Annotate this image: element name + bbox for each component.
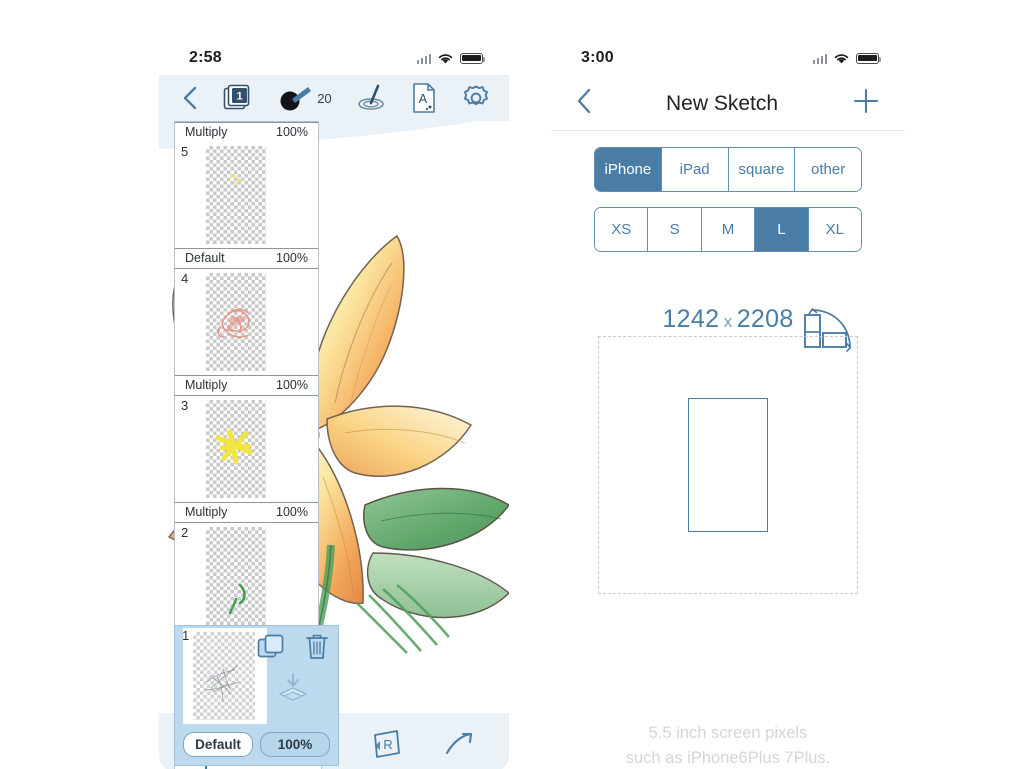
text-tool-glyph: A bbox=[419, 91, 428, 106]
layer-row[interactable]: 3 Multiply 100% bbox=[175, 396, 318, 523]
navigation-bar: New Sketch bbox=[551, 77, 905, 131]
layer-row-selected[interactable]: 1 Default 100% bbox=[174, 625, 339, 766]
layer-row[interactable]: 4 Multiply 100% bbox=[175, 269, 318, 396]
gear-icon bbox=[463, 85, 488, 106]
cellular-signal-icon bbox=[416, 53, 431, 64]
layers-stack-icon: 1 bbox=[223, 84, 250, 110]
blend-mode-button[interactable]: Default bbox=[183, 732, 253, 757]
smudge-tool-icon bbox=[358, 84, 384, 110]
layer-opacity: 100% bbox=[276, 378, 308, 392]
layer-meta[interactable]: Multiply 100% bbox=[175, 375, 318, 395]
plus-icon bbox=[853, 88, 879, 114]
status-time: 3:00 bbox=[581, 49, 614, 66]
canvas-size-preview bbox=[598, 336, 858, 594]
smudge-tool-button[interactable] bbox=[355, 83, 387, 113]
segment-xl[interactable]: XL bbox=[808, 208, 861, 251]
layer-blend-mode: Multiply bbox=[185, 505, 228, 519]
cellular-signal-icon bbox=[812, 53, 827, 64]
dimension-separator: x bbox=[723, 312, 733, 331]
layer-thumb-content bbox=[228, 583, 246, 615]
left-phone-sketch-editor: 2:58 1 20 A Multiply 100% 5 Default 100%… bbox=[159, 33, 509, 769]
brush-tool-button[interactable]: 20 bbox=[279, 83, 332, 113]
layer-thumbnail[interactable] bbox=[206, 273, 266, 371]
wifi-icon bbox=[834, 53, 849, 63]
redo-button[interactable] bbox=[441, 729, 477, 764]
layer-meta[interactable]: Multiply 100% bbox=[175, 502, 318, 522]
size-hint-text: 5.5 inch screen pixels such as iPhone6Pl… bbox=[551, 721, 905, 769]
layer-thumbnail[interactable] bbox=[193, 632, 255, 720]
battery-full-icon bbox=[460, 52, 486, 64]
layer-thumb-content bbox=[215, 429, 253, 465]
layer-opacity: 100% bbox=[276, 125, 308, 139]
layer-number: 1 bbox=[182, 628, 190, 643]
segment-ipad[interactable]: iPad bbox=[661, 148, 729, 191]
dimension-height: 2208 bbox=[736, 305, 794, 333]
segment-xs[interactable]: XS bbox=[595, 208, 649, 251]
layer-opacity: 100% bbox=[276, 505, 308, 519]
status-time: 2:58 bbox=[189, 49, 222, 66]
layer-thumbnail[interactable] bbox=[206, 400, 266, 498]
editor-toolbar: 1 20 A bbox=[159, 75, 509, 121]
page-title: New Sketch bbox=[665, 91, 779, 115]
layer-number: 5 bbox=[181, 144, 189, 159]
segment-l[interactable]: L bbox=[755, 208, 809, 251]
battery-full-icon bbox=[856, 52, 882, 64]
segment-m[interactable]: M bbox=[701, 208, 756, 251]
segment-other[interactable]: other bbox=[795, 148, 861, 191]
layer-thumbnail[interactable] bbox=[206, 527, 266, 625]
chevron-left-icon bbox=[183, 86, 197, 110]
layers-panel[interactable]: Multiply 100% 5 Default 100% 4 Multiply … bbox=[174, 121, 319, 650]
add-button[interactable] bbox=[851, 86, 881, 121]
opacity-button[interactable]: 100% bbox=[260, 732, 330, 757]
layer-blend-mode: Multiply bbox=[185, 378, 228, 392]
reference-R-icon: R bbox=[373, 729, 400, 758]
layer-opacity: 100% bbox=[276, 251, 308, 265]
layer-number: 2 bbox=[181, 525, 189, 540]
settings-button[interactable] bbox=[461, 83, 491, 113]
text-tool-button[interactable]: A bbox=[410, 82, 438, 114]
reference-button[interactable]: R bbox=[370, 728, 404, 765]
layer-meta-top[interactable]: Multiply 100% bbox=[175, 122, 318, 142]
segment-s[interactable]: S bbox=[648, 208, 702, 251]
chevron-left-icon bbox=[577, 88, 591, 114]
hint-line-1: 5.5 inch screen pixels bbox=[648, 724, 808, 742]
portrait-canvas-rect bbox=[688, 398, 768, 532]
hint-line-2: such as iPhone6Plus 7Plus. bbox=[625, 748, 831, 767]
layer-thumbnail[interactable] bbox=[206, 146, 266, 244]
left-status-bar: 2:58 bbox=[159, 33, 509, 75]
size-chooser: iPhone iPad square other XS S M L XL bbox=[551, 147, 905, 267]
segment-iphone[interactable]: iPhone bbox=[595, 148, 662, 191]
brush-icon bbox=[280, 87, 312, 111]
right-phone-new-sketch: 3:00 New Sketch iPhone iPad square other… bbox=[551, 33, 905, 769]
merge-down-icon[interactable] bbox=[276, 672, 310, 702]
layers-badge-count: 1 bbox=[237, 90, 243, 102]
back-button[interactable] bbox=[575, 87, 593, 120]
layer-row[interactable]: 5 Default 100% bbox=[175, 142, 318, 269]
size-segmented-control[interactable]: XS S M L XL bbox=[594, 207, 862, 252]
right-status-bar: 3:00 bbox=[551, 33, 905, 75]
back-button[interactable] bbox=[181, 85, 199, 111]
device-type-segmented-control[interactable]: iPhone iPad square other bbox=[594, 147, 862, 192]
brush-size-label: 20 bbox=[317, 90, 332, 106]
layer-meta[interactable]: Default 100% bbox=[175, 248, 318, 268]
layer-number: 4 bbox=[181, 271, 189, 286]
dimension-width: 1242 bbox=[662, 305, 720, 333]
redo-arrow-icon bbox=[445, 732, 472, 754]
layer-blend-mode: Default bbox=[185, 251, 225, 265]
segment-square[interactable]: square bbox=[728, 148, 796, 191]
text-tool-icon: A bbox=[413, 83, 435, 113]
trash-icon[interactable] bbox=[304, 632, 330, 662]
layer-number: 3 bbox=[181, 398, 189, 413]
reference-glyph: R bbox=[383, 737, 392, 752]
duplicate-layer-icon[interactable] bbox=[256, 632, 286, 662]
layer-thumb-content bbox=[217, 308, 250, 338]
layer-thumb-content bbox=[230, 174, 242, 185]
layers-tool-button[interactable]: 1 bbox=[222, 82, 256, 114]
layer-blend-mode: Multiply bbox=[185, 125, 228, 139]
screenshot-root: 2:58 1 20 A Multiply 100% 5 Default 100%… bbox=[0, 0, 1024, 769]
layer-thumb-content bbox=[204, 665, 240, 703]
wifi-icon bbox=[438, 53, 453, 63]
